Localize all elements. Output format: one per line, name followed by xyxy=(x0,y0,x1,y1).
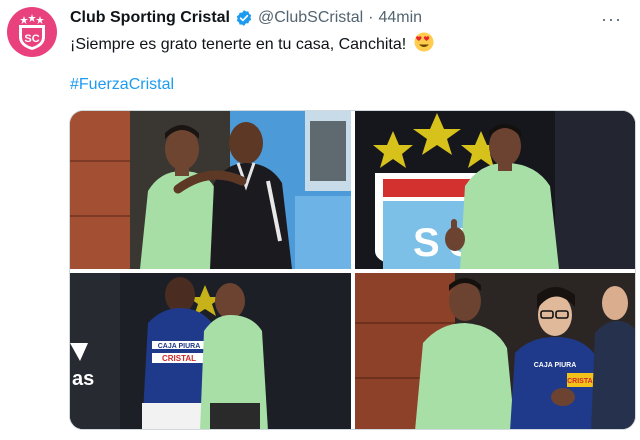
tweet-text-container: ¡Siempre es grato tenerte en tu casa, Ca… xyxy=(70,32,434,57)
svg-text:as: as xyxy=(72,368,94,390)
p4-jersey-brand-label: CAJA PIURA xyxy=(534,362,577,369)
p3-jersey-brand-label: CAJA PIURA xyxy=(158,343,201,350)
avatar[interactable]: SC xyxy=(7,7,57,57)
author-handle[interactable]: @ClubSCristal xyxy=(258,9,363,27)
tweet-header: Club Sporting Cristal @ClubSCristal · 44… xyxy=(70,7,630,29)
svg-text:SC: SC xyxy=(24,33,39,45)
p3-sponsor-label: CRISTAL xyxy=(162,354,196,363)
hashtag-link[interactable]: #FuerzaCristal xyxy=(70,76,174,94)
more-options-icon[interactable]: ··· xyxy=(601,9,622,30)
timestamp[interactable]: 44min xyxy=(378,9,422,27)
author-name[interactable]: Club Sporting Cristal xyxy=(70,9,230,27)
heart-eyes-emoji-icon xyxy=(414,32,434,57)
photo-1[interactable] xyxy=(70,111,351,269)
tweet-text: ¡Siempre es grato tenerte en tu casa, Ca… xyxy=(70,36,407,53)
photo-4[interactable]: CRISTAL CAJA PIURA xyxy=(355,273,635,429)
sporting-cristal-crest-icon: SC xyxy=(19,14,45,50)
separator-dot: · xyxy=(368,9,374,26)
photo-2[interactable]: S C xyxy=(355,111,635,269)
svg-text:S: S xyxy=(413,221,440,265)
photo-3[interactable]: as CRISTAL CAJA PIURA xyxy=(70,273,351,429)
photo-gallery: S C as CRISTAL CAJA PIURA xyxy=(69,110,636,430)
verified-badge-icon xyxy=(235,9,253,27)
